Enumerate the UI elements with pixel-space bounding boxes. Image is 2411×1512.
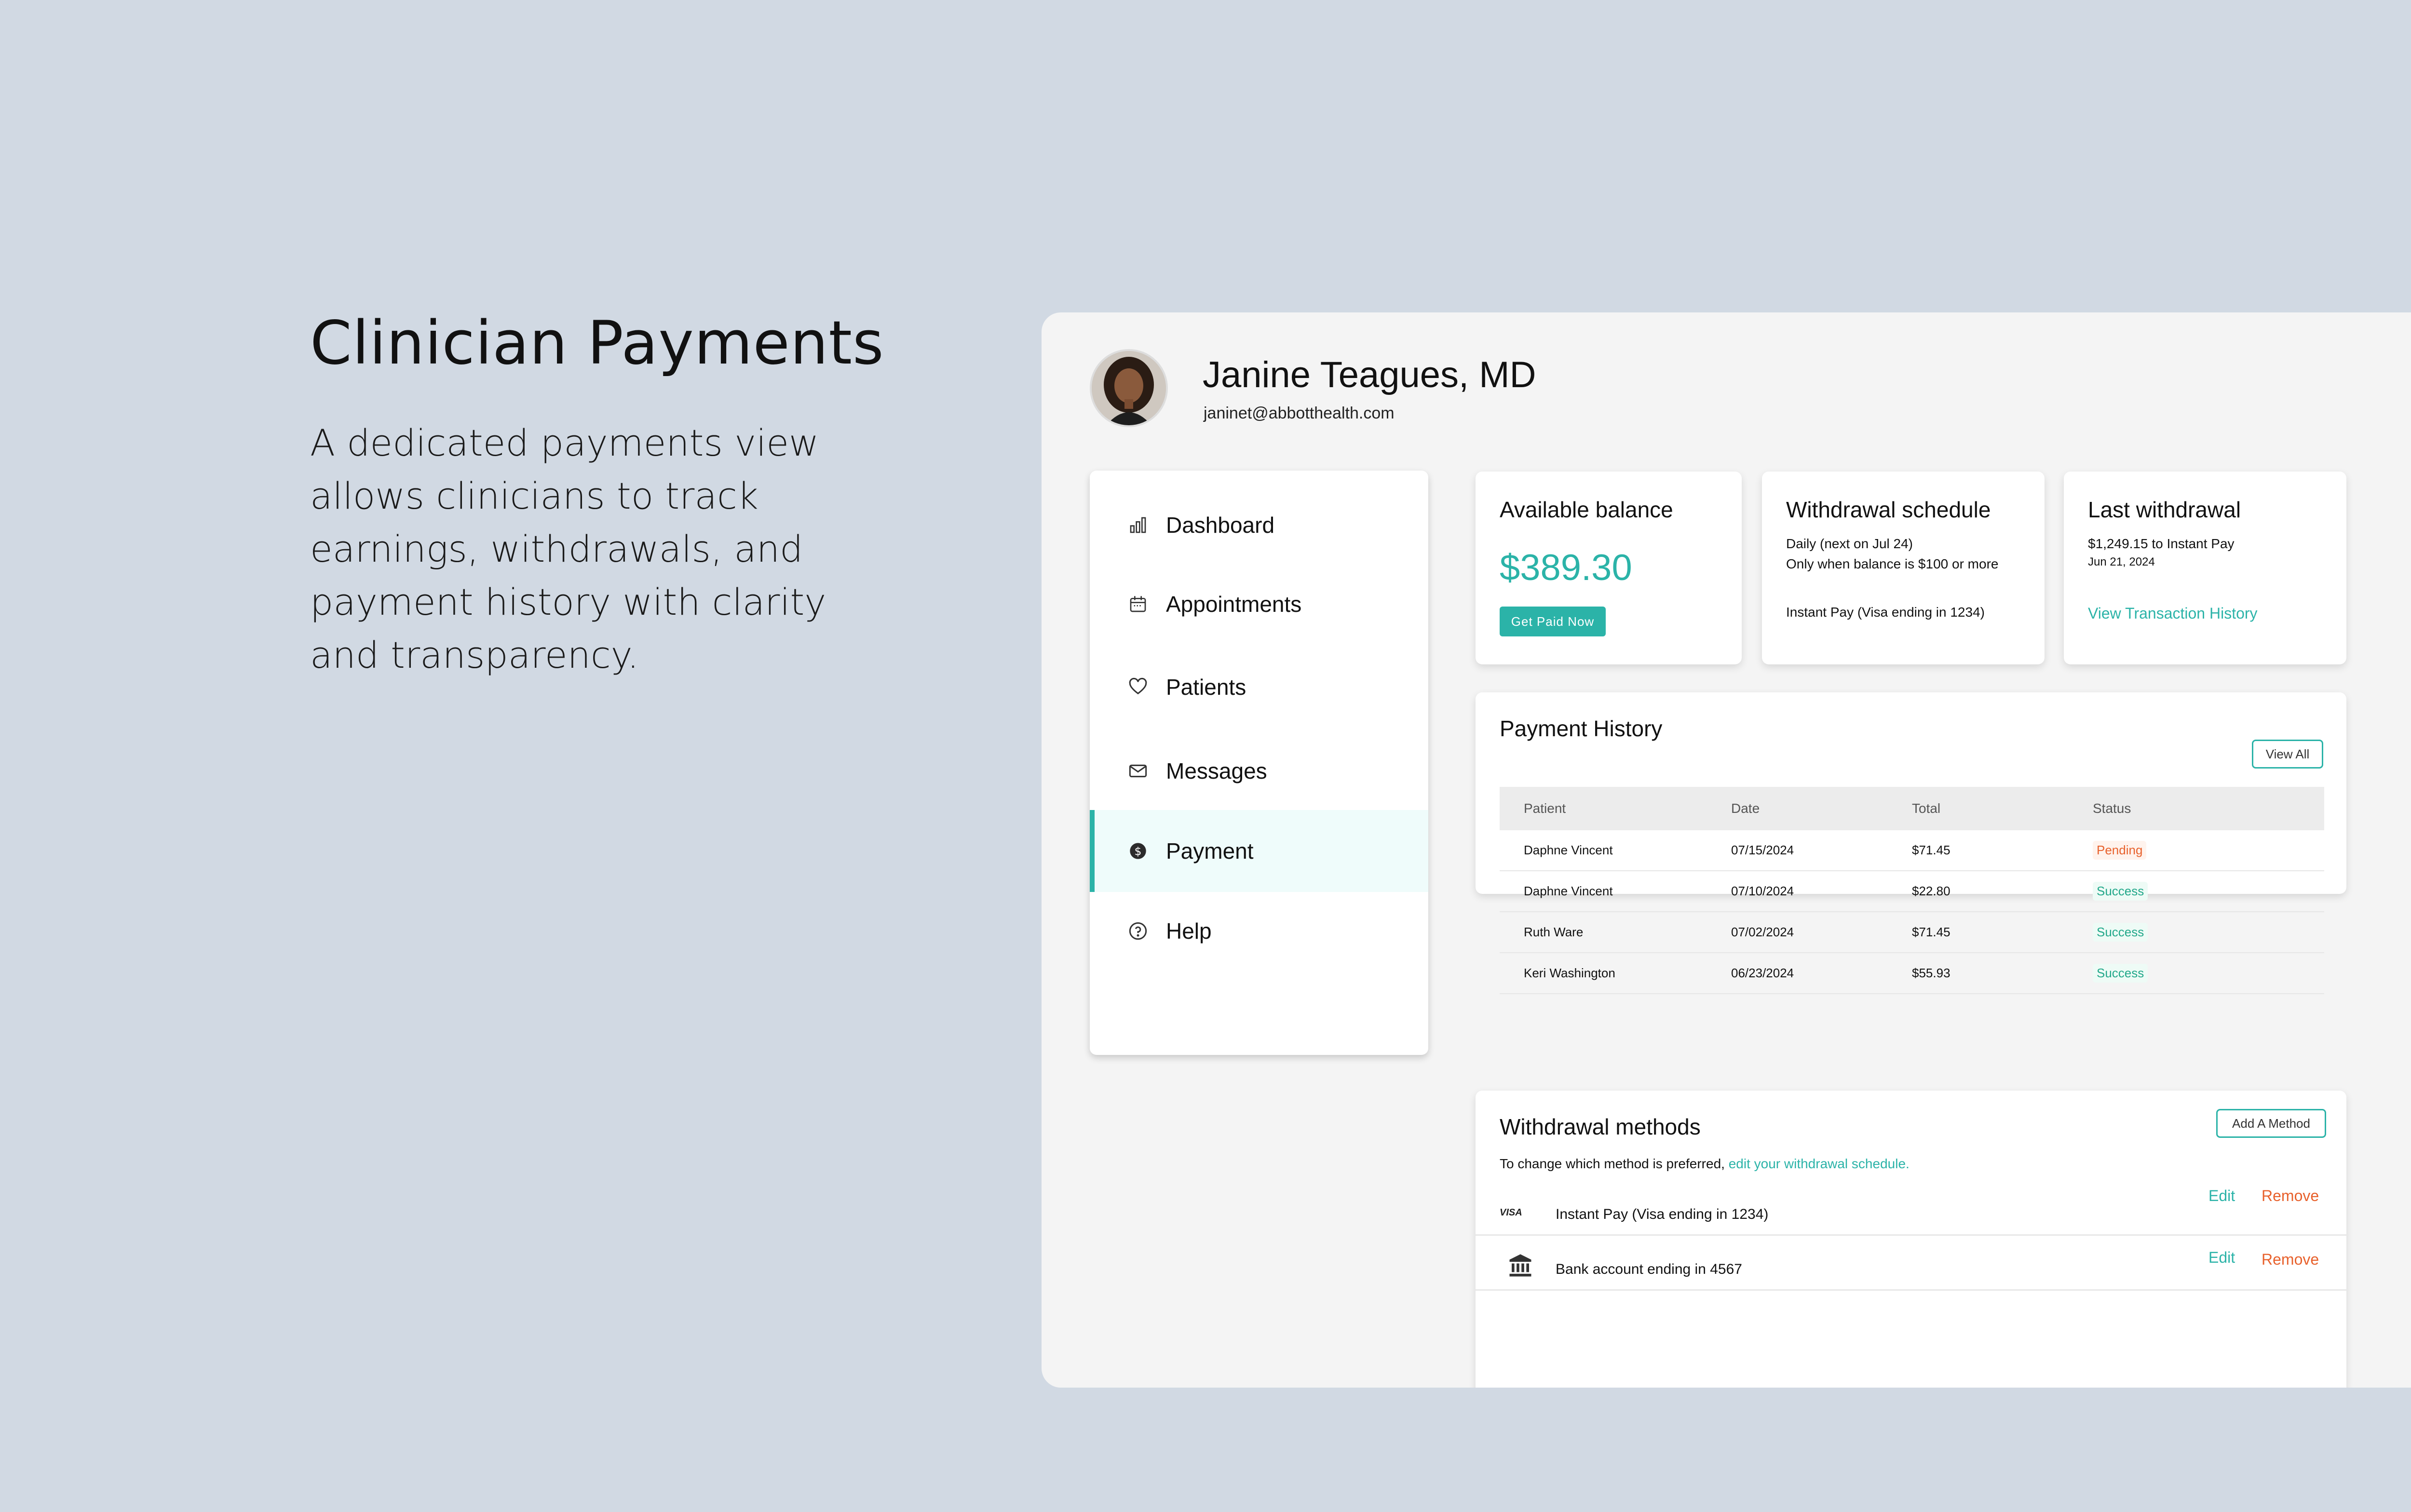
sidebar-item-label: Dashboard [1166,513,1275,538]
edit-method-link[interactable]: Edit [2208,1249,2235,1267]
payment-history-card: Payment History View All Patient Date To… [1476,692,2346,994]
cell-patient: Daphne Vincent [1500,830,1707,871]
card-title: Withdrawal schedule [1786,497,1991,522]
column-header-status: Status [2069,787,2324,830]
sidebar-item-messages[interactable]: Messages [1090,730,1428,812]
withdrawal-method-row: VISA Instant Pay (Visa ending in 1234) E… [1476,1175,2348,1236]
table-header-row: Patient Date Total Status [1500,787,2324,830]
sidebar: Dashboard Appointments Patients Messages… [1090,471,1428,1055]
cell-status: Success [2069,871,2324,912]
bar-chart-icon [1127,514,1149,536]
cell-patient: Daphne Vincent [1500,871,1707,912]
sidebar-item-label: Payment [1166,838,1254,864]
sidebar-item-dashboard[interactable]: Dashboard [1090,484,1428,566]
balance-amount: $389.30 [1500,547,1632,588]
question-circle-icon [1127,920,1149,942]
profile-name: Janine Teagues, MD [1203,354,1536,395]
cell-total: $71.45 [1888,830,2069,871]
visa-logo-icon: VISA [1500,1207,1522,1218]
schedule-condition: Only when balance is $100 or more [1786,556,1999,571]
available-balance-card: Available balance $389.30 Get Paid Now [1476,472,1742,664]
method-label: Bank account ending in 4567 [1556,1261,1742,1277]
page-description: A dedicated payments view allows clinici… [310,421,826,676]
heart-icon [1127,676,1149,698]
last-withdrawal-date: Jun 21, 2024 [2088,555,2155,568]
table-row[interactable]: Ruth Ware 07/02/2024 $71.45 Success [1500,912,2324,953]
sidebar-item-label: Appointments [1166,592,1302,617]
view-all-button[interactable]: View All [2252,740,2323,769]
dollar-circle-icon: $ [1127,840,1149,862]
sidebar-item-appointments[interactable]: Appointments [1090,563,1428,645]
table-row[interactable]: Daphne Vincent 07/15/2024 $71.45 Pending [1500,830,2324,871]
withdrawal-method-row: Bank account ending in 4567 Edit Remove [1476,1234,2348,1291]
cell-date: 06/23/2024 [1707,953,1888,994]
status-badge: Success [2093,923,2148,942]
sidebar-item-label: Messages [1166,758,1267,783]
svg-text:$: $ [1135,844,1142,858]
column-header-date: Date [1707,787,1888,830]
sidebar-item-patients[interactable]: Patients [1090,646,1428,728]
withdrawal-methods-card: Withdrawal methods Add A Method To chang… [1476,1091,2348,1388]
app-window: Janine Teagues, MD janinet@abbotthealth.… [1042,312,2411,1388]
cell-status: Success [2069,953,2324,994]
remove-method-link[interactable]: Remove [2262,1187,2319,1205]
sidebar-item-label: Help [1166,918,1212,944]
table-row[interactable]: Keri Washington 06/23/2024 $55.93 Succes… [1500,953,2324,994]
cell-date: 07/15/2024 [1707,830,1888,871]
last-withdrawal-card: Last withdrawal $1,249.15 to Instant Pay… [2064,472,2346,664]
cell-date: 07/02/2024 [1707,912,1888,953]
intro-section: Clinician Payments A dedicated payments … [310,309,913,682]
add-method-button[interactable]: Add A Method [2216,1109,2326,1138]
method-label: Instant Pay (Visa ending in 1234) [1556,1206,1769,1222]
withdrawal-schedule-card: Withdrawal schedule Daily (next on Jul 2… [1762,472,2045,664]
card-title: Withdrawal methods [1500,1114,1701,1139]
view-transaction-history-link[interactable]: View Transaction History [2088,605,2258,622]
card-title: Payment History [1500,716,1663,741]
note-text: To change which method is preferred, [1500,1156,1729,1171]
cell-patient: Keri Washington [1500,953,1707,994]
schedule-frequency: Daily (next on Jul 24) [1786,536,1913,551]
sidebar-item-payment[interactable]: $ Payment [1090,810,1428,892]
cell-total: $55.93 [1888,953,2069,994]
get-paid-now-button[interactable]: Get Paid Now [1500,607,1606,636]
edit-withdrawal-schedule-link[interactable]: edit your withdrawal schedule. [1729,1156,1910,1171]
envelope-icon [1127,760,1149,782]
page-heading: Clinician Payments [310,309,884,378]
remove-method-link[interactable]: Remove [2262,1251,2319,1269]
withdrawal-methods-note: To change which method is preferred, edi… [1500,1156,1910,1172]
bank-icon [1507,1253,1533,1281]
last-withdrawal-amount: $1,249.15 to Instant Pay [2088,536,2235,551]
avatar [1090,349,1168,427]
sidebar-item-help[interactable]: Help [1090,890,1428,972]
sidebar-item-label: Patients [1166,675,1246,700]
cell-date: 07/10/2024 [1707,871,1888,912]
calendar-icon [1127,594,1149,615]
cell-total: $22.80 [1888,871,2069,912]
cell-patient: Ruth Ware [1500,912,1707,953]
cell-status: Success [2069,912,2324,953]
column-header-patient: Patient [1500,787,1707,830]
schedule-method: Instant Pay (Visa ending in 1234) [1786,605,1985,620]
cell-status: Pending [2069,830,2324,871]
card-title: Last withdrawal [2088,497,2241,522]
cell-total: $71.45 [1888,912,2069,953]
profile-header: Janine Teagues, MD janinet@abbotthealth.… [1090,349,1813,431]
payment-history-table: Patient Date Total Status Daphne Vincent… [1500,787,2324,994]
column-header-total: Total [1888,787,2069,830]
status-badge: Success [2093,882,2148,901]
status-badge: Pending [2093,841,2147,860]
profile-email: janinet@abbotthealth.com [1204,404,1395,422]
edit-method-link[interactable]: Edit [2208,1187,2235,1205]
status-badge: Success [2093,964,2148,983]
table-row[interactable]: Daphne Vincent 07/10/2024 $22.80 Success [1500,871,2324,912]
card-title: Available balance [1500,497,1673,522]
